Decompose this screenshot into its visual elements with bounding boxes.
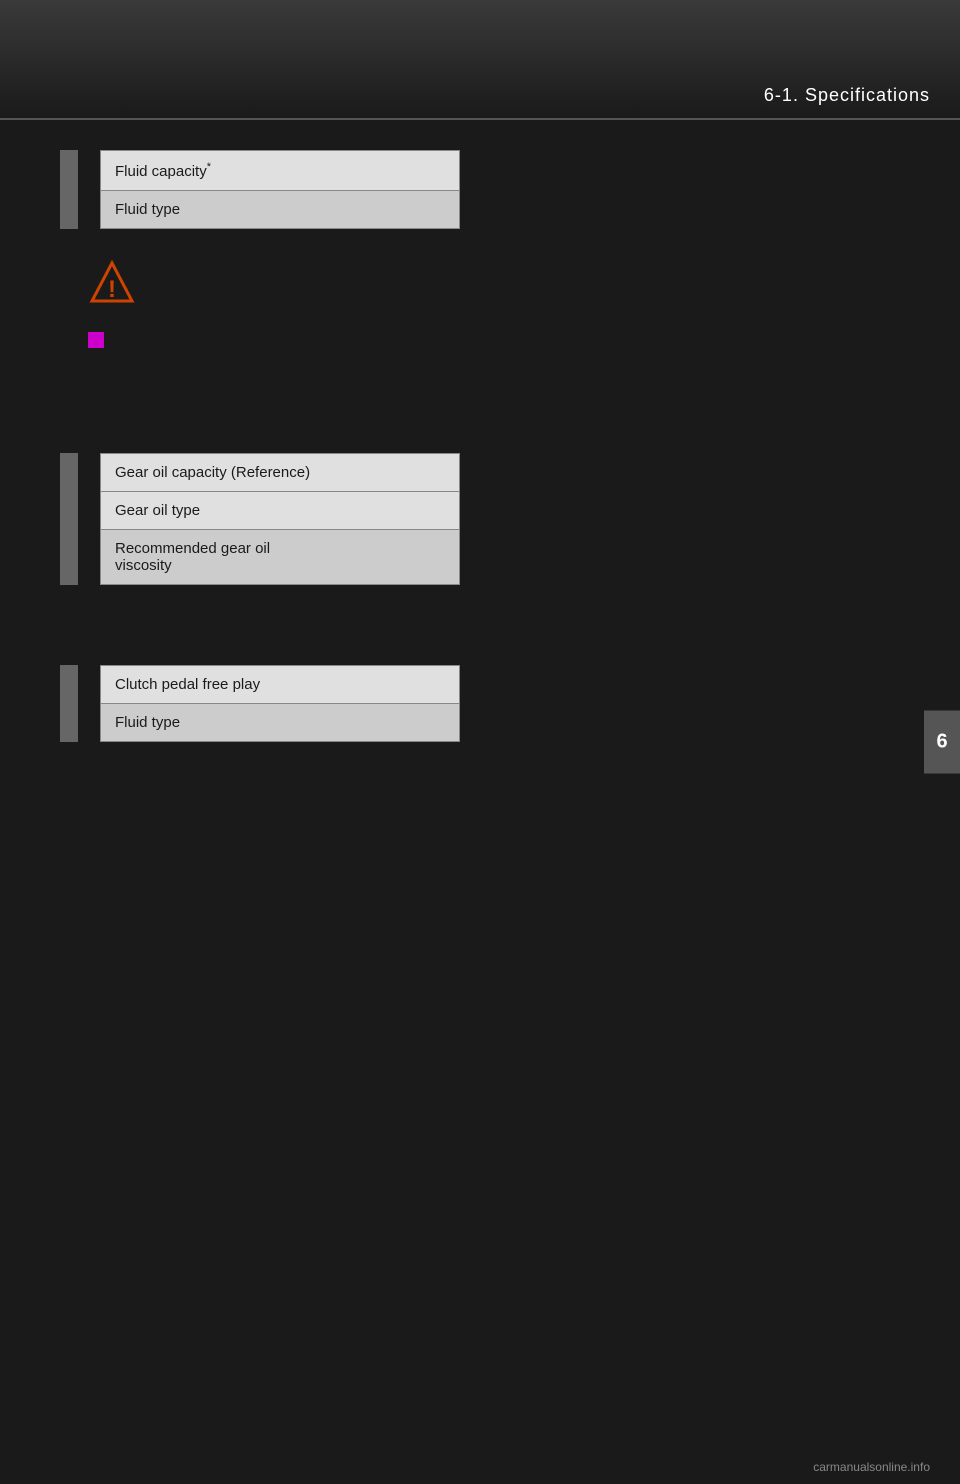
fluid-type-label: Fluid type xyxy=(101,191,460,229)
section2-indicator xyxy=(60,453,78,585)
section-gear-oil: Gear oil capacity (Reference) Gear oil t… xyxy=(60,453,900,585)
spacer1 xyxy=(60,413,900,453)
fluid-capacity-label: Fluid capacity* xyxy=(101,151,460,191)
svg-text:!: ! xyxy=(108,276,116,303)
clutch-spec-table: Clutch pedal free play Fluid type xyxy=(100,665,460,742)
page-title: 6-1. Specifications xyxy=(764,85,930,106)
fluid-spec-table: Fluid capacity* Fluid type xyxy=(100,150,460,229)
warning-icon-wrapper: ! xyxy=(88,259,136,307)
section3-table-wrapper: Clutch pedal free play Fluid type xyxy=(90,665,900,742)
page-header: 6-1. Specifications xyxy=(0,0,960,120)
section-brake-fluid: Fluid capacity* Fluid type ! xyxy=(60,150,900,373)
section2-block: Gear oil capacity (Reference) Gear oil t… xyxy=(60,453,900,585)
section2-table-wrapper: Gear oil capacity (Reference) Gear oil t… xyxy=(90,453,900,585)
warning-triangle-icon: ! xyxy=(88,259,136,307)
section1-table-wrapper: Fluid capacity* Fluid type xyxy=(90,150,900,229)
warning-section: ! xyxy=(88,259,900,312)
section3-indicator xyxy=(60,665,78,742)
clutch-pedal-free-play-label: Clutch pedal free play xyxy=(101,666,460,704)
section-clutch: Clutch pedal free play Fluid type xyxy=(60,665,900,742)
main-content: Fluid capacity* Fluid type ! xyxy=(0,120,960,842)
gear-oil-capacity-label: Gear oil capacity (Reference) xyxy=(101,454,460,492)
pink-bullet-icon xyxy=(88,332,104,348)
footer-watermark: carmanualsonline.info xyxy=(813,1460,930,1474)
chapter-tab: 6 xyxy=(924,711,960,774)
table-row: Gear oil type xyxy=(101,492,460,530)
table-row: Clutch pedal free play xyxy=(101,666,460,704)
section1-block: Fluid capacity* Fluid type xyxy=(60,150,900,229)
table-row: Fluid type xyxy=(101,191,460,229)
gear-oil-type-label: Gear oil type xyxy=(101,492,460,530)
table-row: Recommended gear oilviscosity xyxy=(101,530,460,585)
gear-oil-spec-table: Gear oil capacity (Reference) Gear oil t… xyxy=(100,453,460,585)
clutch-fluid-type-label: Fluid type xyxy=(101,704,460,742)
chapter-number: 6 xyxy=(936,731,947,753)
table-row: Fluid type xyxy=(101,704,460,742)
section3-block: Clutch pedal free play Fluid type xyxy=(60,665,900,742)
table-row: Gear oil capacity (Reference) xyxy=(101,454,460,492)
spacer2 xyxy=(60,625,900,665)
table-row: Fluid capacity* xyxy=(101,151,460,191)
gear-oil-viscosity-label: Recommended gear oilviscosity xyxy=(101,530,460,585)
section1-indicator xyxy=(60,150,78,229)
